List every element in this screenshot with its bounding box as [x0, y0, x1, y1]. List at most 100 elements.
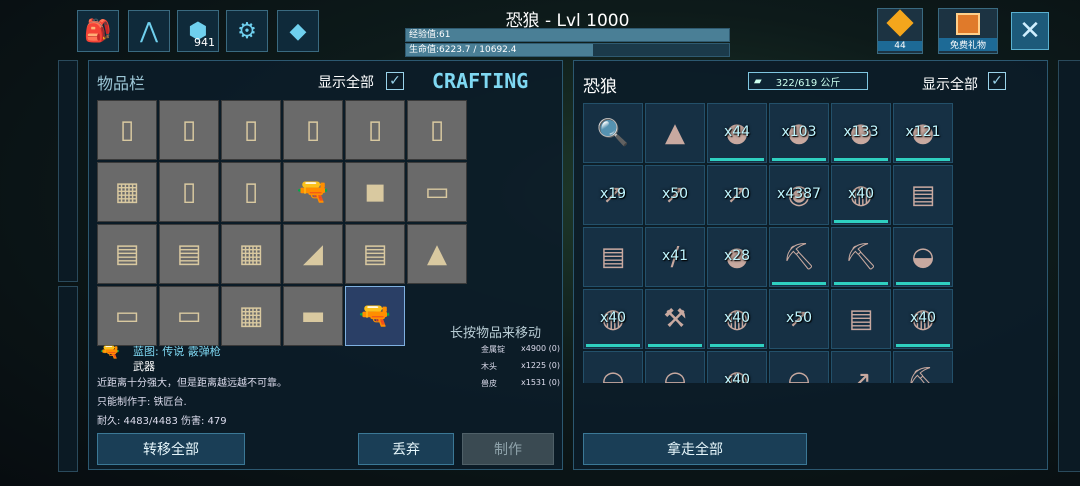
item-quantity: x4387 [777, 186, 821, 202]
inventory-slot[interactable]: ▭ [159, 286, 219, 346]
dino-inventory-slot[interactable]: ◒ [583, 351, 643, 383]
item-icon: ▬ [300, 301, 326, 331]
dino-inventory-slot[interactable]: ◒ [769, 351, 829, 383]
dino-inventory-slot[interactable]: ◍ x40 [707, 351, 767, 383]
item-icon: ▤ [848, 304, 874, 334]
close-button[interactable]: ✕ [1011, 12, 1049, 50]
inventory-slot[interactable]: ▦ [221, 286, 281, 346]
dino-show-all-checkbox[interactable]: ✓ [988, 72, 1006, 90]
gift-box-icon [956, 13, 980, 35]
dino-inventory-slot[interactable]: ↗ x50 [769, 289, 829, 349]
inventory-slot[interactable]: ▤ [159, 224, 219, 284]
durability-bar [586, 344, 640, 347]
crafting-tab[interactable]: CRAFTING [432, 69, 528, 93]
durability-bar [710, 158, 764, 161]
resource-name: 兽皮 [481, 379, 497, 388]
inventory-slot[interactable]: ▯ [221, 100, 281, 160]
dino-inventory-slot[interactable]: ↗ [831, 351, 891, 383]
item-icon: ⛏ [906, 366, 940, 383]
inventory-slot[interactable]: ▦ [97, 162, 157, 222]
inventory-slot[interactable]: ▤ [345, 224, 405, 284]
dino-inventory-slot[interactable]: ◍ x40 [583, 289, 643, 349]
dino-footprint-button[interactable]: ⋀ [128, 10, 170, 52]
show-all-checkbox[interactable]: ✓ [386, 72, 404, 90]
dino-inventory-slot[interactable]: ↗ x10 [707, 165, 767, 225]
drop-button[interactable]: 丢弃 [358, 433, 454, 465]
show-all-label: 显示全部 [318, 75, 374, 91]
resource-quantity: x1225 (0) [521, 361, 560, 370]
dino-inventory-slot[interactable]: ↗ x19 [583, 165, 643, 225]
item-icon: ▤ [600, 242, 626, 272]
inventory-slot[interactable]: ◢ [283, 224, 343, 284]
durability-bar [772, 282, 826, 285]
right-edge-panel [1058, 60, 1080, 472]
inventory-backpack-button[interactable]: 🎒 [77, 10, 119, 52]
inventory-slot[interactable]: ▯ [345, 100, 405, 160]
inventory-slot[interactable]: ▯ [159, 100, 219, 160]
inventory-slot[interactable]: ▬ [283, 286, 343, 346]
inventory-slot[interactable]: ▭ [97, 286, 157, 346]
dino-inventory-slot[interactable]: ◉ x4387 [769, 165, 829, 225]
dino-inventory-slot[interactable]: ◍ x40 [707, 289, 767, 349]
engram-button[interactable]: ⬢ 941 [177, 10, 219, 52]
engram-count: 941 [194, 36, 215, 49]
inventory-slot[interactable]: ▯ [221, 162, 281, 222]
dino-inventory-slot[interactable]: ● x103 [769, 103, 829, 163]
inventory-slot[interactable]: 🔫 [345, 286, 405, 346]
free-gift-button[interactable]: 免费礼物 [938, 8, 998, 54]
dino-inventory-slot[interactable]: ● x121 [893, 103, 953, 163]
inventory-slot[interactable]: ▤ [97, 224, 157, 284]
dino-inventory-slot[interactable]: ◍ x40 [893, 289, 953, 349]
item-quantity: x121 [905, 124, 941, 140]
dino-inventory-slot[interactable]: 🔍 [583, 103, 643, 163]
craft-button[interactable]: 制作 [462, 433, 554, 465]
left-edge-panel-lower [58, 286, 78, 472]
dino-inventory-slot[interactable]: ⚒ [645, 289, 705, 349]
dino-inventory-slot[interactable]: ⛏ [893, 351, 953, 383]
inventory-slot[interactable]: 🔫 [283, 162, 343, 222]
dino-inventory-slot[interactable]: ▲ [645, 103, 705, 163]
settings-button[interactable]: ⚙ [226, 10, 268, 52]
inventory-slot[interactable]: ▲ [407, 224, 467, 284]
gems-count: 44 [878, 41, 922, 51]
dino-inventory-slot[interactable]: ▤ [831, 289, 891, 349]
dino-inventory-slot[interactable]: ⛏ [831, 227, 891, 287]
inventory-slot[interactable]: ▯ [407, 100, 467, 160]
durability-bar [896, 282, 950, 285]
item-quantity: x40 [847, 186, 875, 202]
dino-inventory-slot[interactable]: ● x28 [707, 227, 767, 287]
transfer-all-button[interactable]: 转移全部 [97, 433, 245, 465]
health-bar: 生命值:6223.7 / 10692.4 [405, 43, 730, 57]
inventory-slot[interactable]: ▯ [97, 100, 157, 160]
dino-inventory-slot[interactable]: ◍ x40 [831, 165, 891, 225]
inventory-slot[interactable]: ▭ [407, 162, 467, 222]
resource-quantity: x4900 (0) [521, 344, 560, 353]
gem-crystal-icon [886, 9, 914, 37]
tribe-button[interactable]: ◆ [277, 10, 319, 52]
item-icon: ⛏ [844, 242, 878, 272]
inventory-slot[interactable]: ◼ [345, 162, 405, 222]
take-all-button[interactable]: 拿走全部 [583, 433, 807, 465]
inventory-slot[interactable]: ▦ [221, 224, 281, 284]
dino-inventory-slot[interactable]: / x41 [645, 227, 705, 287]
inventory-slot[interactable]: ▯ [159, 162, 219, 222]
item-icon: ▯ [243, 177, 259, 207]
item-quantity: x50 [785, 310, 813, 326]
item-thumbnail-icon: 🔫 [100, 342, 120, 361]
dino-inventory-slot[interactable]: ↗ x50 [645, 165, 705, 225]
inventory-grid: ▯ ▯ ▯ ▯ ▯ ▯ ▦ ▯ ▯ 🔫 ◼ ▭ ▤ ▤ ▦ ◢ ▤ ▲ ▭ ▭ ▦ ▬ 🔫 [97, 100, 467, 346]
durability-bar [896, 344, 950, 347]
item-quantity: x10 [723, 186, 751, 202]
durability-bar [648, 344, 702, 347]
dino-inventory-slot[interactable]: ▤ [583, 227, 643, 287]
resource-name: 金属锭 [481, 345, 505, 354]
dino-inventory-slot[interactable]: ◒ [645, 351, 705, 383]
dino-inventory-slot[interactable]: ◒ [893, 227, 953, 287]
dino-inventory-slot[interactable]: ⛏ [769, 227, 829, 287]
dino-inventory-slot[interactable]: ● x133 [831, 103, 891, 163]
gems-button[interactable]: 44 [877, 8, 923, 54]
dino-inventory-slot[interactable]: ▤ [893, 165, 953, 225]
item-icon: ◒ [601, 366, 625, 383]
dino-inventory-slot[interactable]: ● x44 [707, 103, 767, 163]
inventory-slot[interactable]: ▯ [283, 100, 343, 160]
